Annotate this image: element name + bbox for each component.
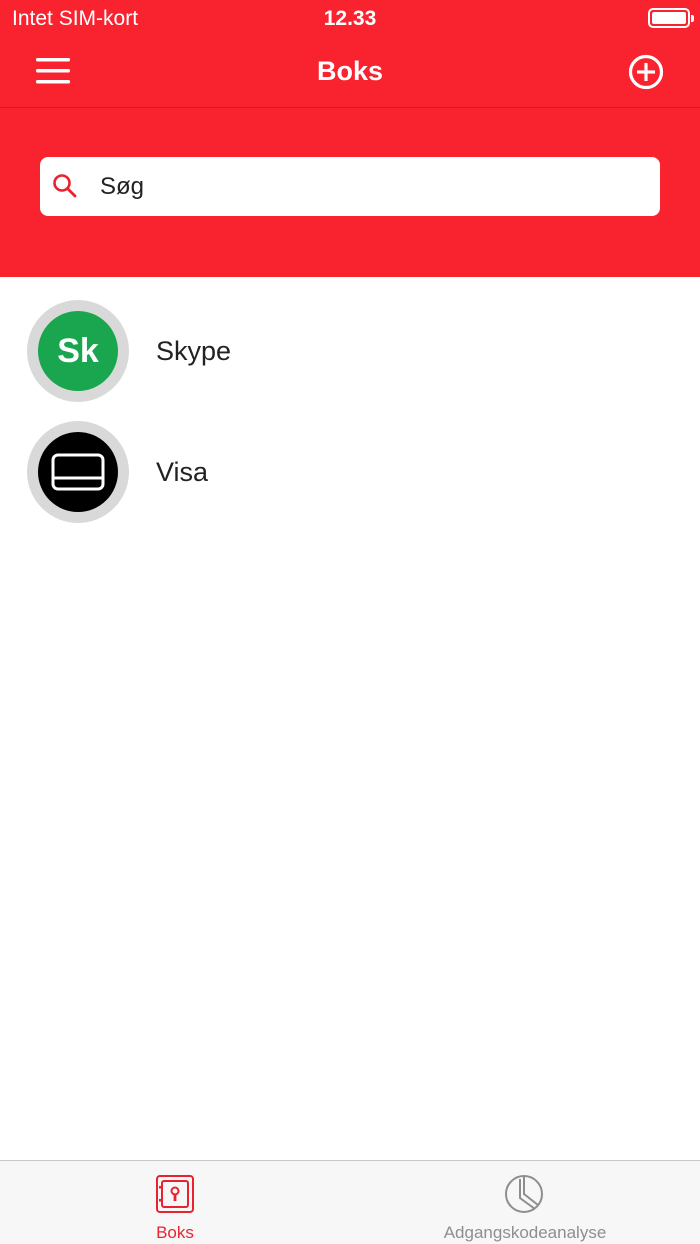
search-input[interactable] — [100, 157, 640, 216]
navigation-bar: Boks — [0, 36, 700, 108]
avatar: Sk — [27, 300, 129, 402]
list-item-skype[interactable]: Sk Skype — [0, 290, 700, 411]
tab-analysis-label: Adgangskodeanalyse — [443, 1223, 607, 1242]
app-root: Intet SIM-kort 12.33 Boks Søg Sk Skype V… — [0, 0, 700, 1244]
search-icon — [53, 174, 77, 198]
tab-boks-label: Boks — [156, 1223, 194, 1242]
avatar-initials: Sk — [38, 311, 118, 391]
list-item-label: Skype — [156, 336, 232, 366]
avatar-badge — [38, 432, 118, 512]
battery-icon — [648, 8, 694, 28]
pie-chart-icon — [505, 1175, 543, 1213]
status-bar: Intet SIM-kort 12.33 — [0, 0, 700, 36]
list-item-visa[interactable]: Visa — [0, 411, 700, 532]
add-item-button[interactable] — [628, 54, 664, 90]
safe-icon — [156, 1175, 194, 1213]
status-time: 12.33 — [323, 7, 377, 30]
search-bar[interactable] — [40, 157, 660, 216]
tab-password-analysis[interactable]: Adgangskodeanalyse — [350, 1161, 700, 1244]
page-title: Boks — [316, 56, 384, 86]
credit-card-icon — [51, 453, 105, 491]
list-item-label: Visa — [156, 457, 209, 487]
tab-bar: Boks Adgangskodeanalyse — [0, 1160, 700, 1244]
avatar — [27, 421, 129, 523]
vault-list: Sk Skype Visa — [0, 290, 700, 532]
header: Intet SIM-kort 12.33 Boks — [0, 0, 700, 277]
tab-boks[interactable]: Boks — [0, 1161, 350, 1244]
